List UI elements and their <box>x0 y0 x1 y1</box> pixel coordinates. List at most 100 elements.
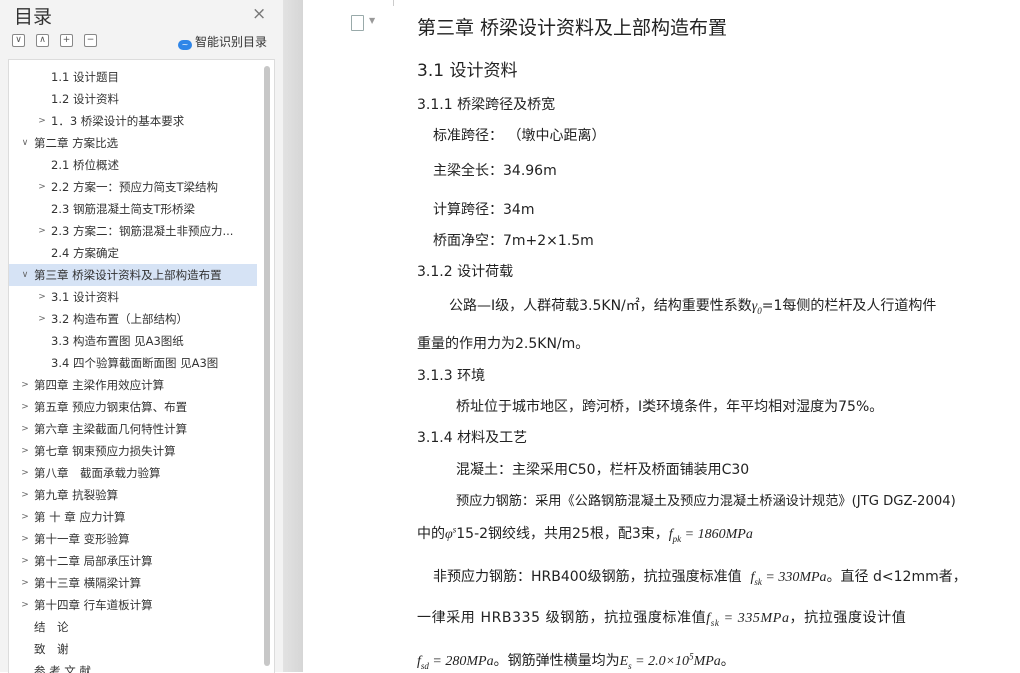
fpk-value: = 1860MPa <box>681 527 753 542</box>
subsection-3-1-4: 3.1.4 材料及工艺 <box>417 430 528 446</box>
toc-item[interactable]: >2.3 方案二：钢筋混凝土非预应力... <box>9 220 257 242</box>
toc-item[interactable]: > 第九章 抗裂验算 <box>9 484 257 506</box>
toc-item[interactable]: ∨ 第三章 桥梁设计资料及上部构造布置 <box>9 264 257 286</box>
chevron-right-icon[interactable]: > <box>19 528 31 550</box>
chevron-right-icon[interactable]: > <box>19 484 31 506</box>
expand-up-icon[interactable]: ∧ <box>36 34 49 47</box>
nonprestress-line: 非预应力钢筋：HRB400级钢筋，抗拉强度标准值 fsk = 330MPa。直径… <box>433 566 967 587</box>
modulus-text: 。钢筋弹性横量均为 <box>493 653 620 669</box>
collapse-all-icon[interactable]: ∨ <box>12 34 25 47</box>
strand-text-a: 中的 <box>417 526 445 542</box>
toc-item-label: 3.3 构造布置图 见A3图纸 <box>51 334 184 348</box>
span-standard: 标准跨径： （墩中心距离） <box>433 128 606 144</box>
chevron-right-icon[interactable]: > <box>36 110 48 132</box>
toc-item[interactable]: > 第 十 章 应力计算 <box>9 506 257 528</box>
toc-item[interactable]: ∨ 第二章 方案比选 <box>9 132 257 154</box>
toc-item-label: 结 论 <box>34 620 69 634</box>
chevron-right-icon[interactable]: > <box>19 374 31 396</box>
toc-item[interactable]: >3.1 设计资料 <box>9 286 257 308</box>
chevron-right-icon[interactable]: > <box>19 594 31 616</box>
toc-item-label: 第四章 主梁作用效应计算 <box>34 378 165 392</box>
chapter-title: 第三章 桥梁设计资料及上部构造布置 <box>417 17 728 39</box>
panel-gutter <box>283 0 303 672</box>
toc-item[interactable]: 结 论 <box>9 616 257 638</box>
toc-item-label: 2.3 方案二：钢筋混凝土非预应力... <box>51 224 234 238</box>
toc-item-label: 3.2 构造布置（上部结构） <box>51 312 188 326</box>
toc-item[interactable]: 参 考 文 献 <box>9 660 257 673</box>
fsk-subscript-1: sk <box>754 576 762 587</box>
load-text-b: =1每侧的栏杆及人行道构件 <box>761 298 937 314</box>
chevron-right-icon[interactable]: > <box>36 220 48 242</box>
toc-item-label: 第五章 预应力钢束估算、布置 <box>34 400 188 414</box>
toc-item[interactable]: >2.2 方案一：预应力简支T梁结构 <box>9 176 257 198</box>
toc-panel: 目录 × ∨ ∧ + − ~ 智能识别目录 1.1 设计题目 1.2 设计资料 >1．… <box>0 0 283 673</box>
close-icon[interactable]: × <box>252 4 266 24</box>
toc-item[interactable]: 2.3 钢筋混凝土简支T形桥梁 <box>9 198 257 220</box>
chevron-right-icon[interactable]: > <box>36 308 48 330</box>
fsk-value-2: = 335MPa <box>719 611 790 626</box>
toc-item[interactable]: > 第七章 钢束预应力损失计算 <box>9 440 257 462</box>
toc-item[interactable]: >1．3 桥梁设计的基本要求 <box>9 110 257 132</box>
toc-item[interactable]: 3.3 构造布置图 见A3图纸 <box>9 330 257 352</box>
dropdown-arrow-icon[interactable]: ▼ <box>369 16 375 25</box>
chevron-down-icon[interactable]: ∨ <box>19 264 31 286</box>
toc-item[interactable]: 1.1 设计题目 <box>9 66 257 88</box>
toc-item[interactable]: > 第十一章 变形验算 <box>9 528 257 550</box>
smart-toc-button[interactable]: ~ 智能识别目录 <box>178 33 267 50</box>
chevron-right-icon[interactable]: > <box>19 396 31 418</box>
subsection-3-1-2: 3.1.2 设计荷载 <box>417 264 514 280</box>
chevron-right-icon[interactable]: > <box>19 462 31 484</box>
nonprestress-text-b: 。直径 d<12mm者， <box>826 569 967 585</box>
phi-symbol: φ <box>445 527 453 542</box>
es-unit: MPa <box>693 654 721 669</box>
nonprestress-text-a: 非预应力钢筋：HRB400级钢筋，抗拉强度标准值 <box>433 569 742 585</box>
toc-item-label: 致 谢 <box>34 642 69 656</box>
chevron-right-icon[interactable]: > <box>19 550 31 572</box>
cloud-icon: ~ <box>178 40 192 50</box>
chevron-right-icon[interactable]: > <box>36 286 48 308</box>
hrb335-line: 一律采用 HRB335 级钢筋，抗拉强度标准值fsk = 335MPa，抗拉强度… <box>417 607 906 628</box>
add-heading-icon[interactable]: + <box>60 34 73 47</box>
toc-item[interactable]: 3.4 四个验算截面断面图 见A3图 <box>9 352 257 374</box>
chevron-right-icon[interactable]: > <box>36 176 48 198</box>
chevron-down-icon[interactable]: ∨ <box>19 132 31 154</box>
beam-length: 主梁全长：34.96m <box>433 163 557 179</box>
hrb335-text-b: ，抗拉强度设计值 <box>789 610 907 626</box>
subsection-3-1-3: 3.1.3 环境 <box>417 368 486 384</box>
load-paragraph-line1: 公路—Ⅰ级，人群荷载3.5KN/㎡，结构重要性系数γ0=1每侧的栏杆及人行道构件 <box>449 295 936 316</box>
toc-item-label: 1.1 设计题目 <box>51 70 119 84</box>
document-icon[interactable] <box>351 15 364 31</box>
chevron-right-icon[interactable]: > <box>19 418 31 440</box>
toc-item[interactable]: > 第十四章 行车道板计算 <box>9 594 257 616</box>
toc-item-label: 第二章 方案比选 <box>34 136 119 150</box>
toc-item[interactable]: 1.2 设计资料 <box>9 88 257 110</box>
toc-item[interactable]: > 第十二章 局部承压计算 <box>9 550 257 572</box>
toc-item[interactable]: > 第十三章 横隔梁计算 <box>9 572 257 594</box>
toc-item-label: 第八章 截面承载力验算 <box>34 466 161 480</box>
toc-item-label: 参 考 文 献 <box>34 664 91 673</box>
chevron-right-icon[interactable]: > <box>19 440 31 462</box>
toc-item[interactable]: 2.1 桥位概述 <box>9 154 257 176</box>
toc-item[interactable]: 2.4 方案确定 <box>9 242 257 264</box>
section-title: 3.1 设计资料 <box>417 61 518 81</box>
modulus-end: 。 <box>720 653 735 669</box>
chevron-right-icon[interactable]: > <box>19 506 31 528</box>
fsd-value: = 280MPa <box>428 654 494 669</box>
toc-item[interactable]: > 第五章 预应力钢束估算、布置 <box>9 396 257 418</box>
page-corner-mark <box>393 0 394 6</box>
toc-item[interactable]: > 第四章 主梁作用效应计算 <box>9 374 257 396</box>
toc-scroll-thumb[interactable] <box>264 66 270 666</box>
toc-item[interactable]: >3.2 构造布置（上部结构） <box>9 308 257 330</box>
toc-item[interactable]: > 第八章 截面承载力验算 <box>9 462 257 484</box>
subsection-3-1-1: 3.1.1 桥梁跨径及桥宽 <box>417 97 556 113</box>
fsk-value-1: = 330MPa <box>761 570 827 585</box>
toc-item[interactable]: 致 谢 <box>9 638 257 660</box>
toc-item-label: 2.2 方案一：预应力简支T梁结构 <box>51 180 218 194</box>
toc-item[interactable]: > 第六章 主梁截面几何特性计算 <box>9 418 257 440</box>
remove-heading-icon[interactable]: − <box>84 34 97 47</box>
chevron-right-icon[interactable]: > <box>19 572 31 594</box>
toc-scrollbar[interactable] <box>264 66 270 668</box>
toc-item-label: 第十二章 局部承压计算 <box>34 554 153 568</box>
smart-toc-label: 智能识别目录 <box>195 35 268 49</box>
toc-item-label: 1．3 桥梁设计的基本要求 <box>51 114 185 128</box>
